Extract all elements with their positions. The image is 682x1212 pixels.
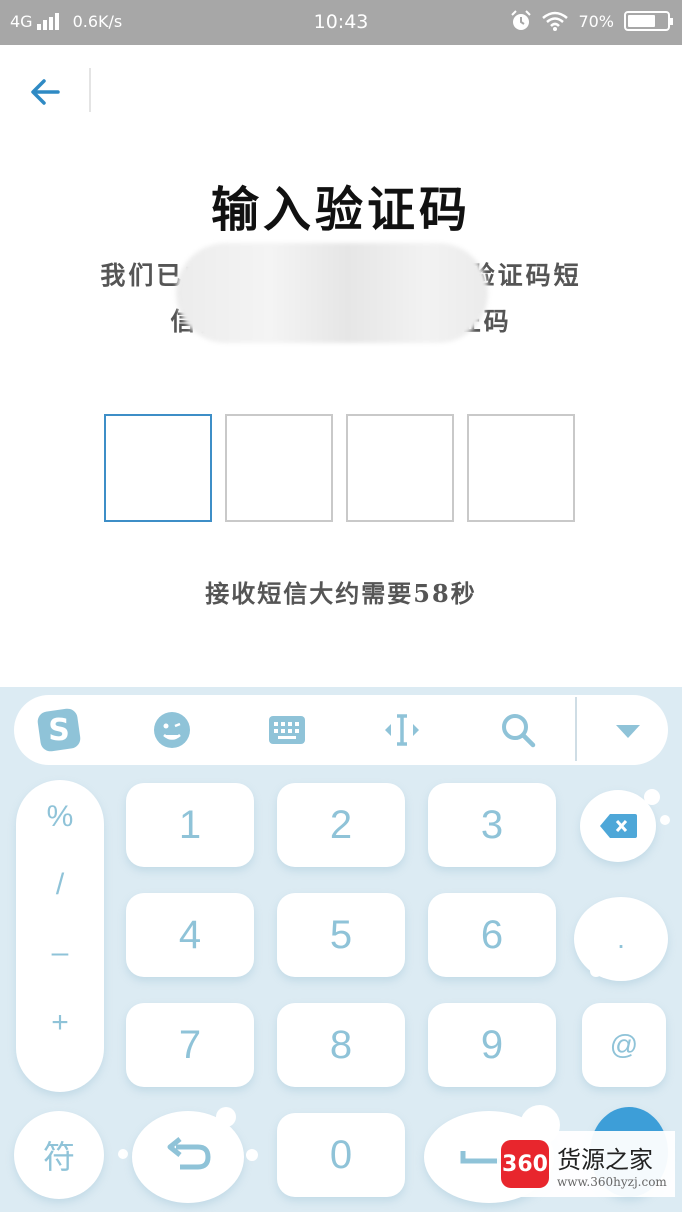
page-title: 输入验证码 xyxy=(210,182,471,238)
status-right: 70% xyxy=(510,10,673,32)
watermark-logo: 360 xyxy=(501,1140,549,1188)
watermark-url: www.360hyzj.com xyxy=(557,1174,667,1189)
svg-text:S: S xyxy=(48,713,70,748)
key-7[interactable]: 7 xyxy=(126,1003,254,1087)
wifi-icon xyxy=(542,11,569,31)
deco-bubble xyxy=(644,789,660,805)
symbol-key-slash[interactable]: / xyxy=(16,868,104,902)
battery-icon xyxy=(624,11,673,31)
return-icon xyxy=(167,1137,211,1170)
key-3[interactable]: 3 xyxy=(428,783,556,867)
header-divider xyxy=(89,68,91,112)
symbol-column: % / – + xyxy=(16,780,104,1092)
deco-bubble xyxy=(246,1149,258,1161)
key-8[interactable]: 8 xyxy=(277,1003,405,1087)
watermark-name: 货源之家 xyxy=(557,1145,653,1174)
deco-bubble xyxy=(590,965,602,977)
alarm-icon xyxy=(511,10,532,30)
search-icon[interactable] xyxy=(498,710,538,750)
key-5[interactable]: 5 xyxy=(277,893,405,977)
battery-fill xyxy=(628,15,655,27)
countdown-text: 接收短信大约需要58秒 xyxy=(205,579,477,608)
key-0[interactable]: 0 xyxy=(277,1113,405,1197)
deco-bubble xyxy=(660,815,670,825)
symbol-key-plus[interactable]: + xyxy=(16,1006,104,1040)
key-4[interactable]: 4 xyxy=(126,893,254,977)
code-digit-1[interactable] xyxy=(104,414,212,522)
status-bar: 4G 0.6K/s 10:43 70% xyxy=(0,0,682,45)
watermark-text: 货源之家 www.360hyzj.com xyxy=(557,1140,667,1189)
key-6[interactable]: 6 xyxy=(428,893,556,977)
collapse-icon[interactable] xyxy=(608,710,648,750)
sogou-logo-icon[interactable]: S xyxy=(36,707,82,753)
emoji-icon[interactable] xyxy=(152,710,192,750)
keyboard-toolbar: S xyxy=(14,695,668,765)
key-1[interactable]: 1 xyxy=(126,783,254,867)
dot-key[interactable]: . xyxy=(574,897,668,981)
cursor-move-icon[interactable] xyxy=(382,710,422,750)
at-key[interactable]: @ xyxy=(582,1003,666,1087)
arrow-left-icon xyxy=(31,79,60,105)
symbol-key-minus[interactable]: – xyxy=(16,936,104,970)
backspace-icon xyxy=(600,814,637,838)
keyboard-icon[interactable] xyxy=(267,710,307,750)
key-2[interactable]: 2 xyxy=(277,783,405,867)
battery-percent: 70% xyxy=(578,11,614,31)
code-digit-4[interactable] xyxy=(467,414,575,522)
redacted-phone-number xyxy=(176,243,488,343)
symbol-key-percent[interactable]: % xyxy=(16,800,104,834)
toolbar-divider xyxy=(575,697,577,761)
key-9[interactable]: 9 xyxy=(428,1003,556,1087)
code-digit-3[interactable] xyxy=(346,414,454,522)
watermark: 360 货源之家 www.360hyzj.com xyxy=(497,1131,675,1197)
back-button[interactable] xyxy=(28,74,64,110)
deco-bubble xyxy=(216,1107,236,1127)
code-digit-2[interactable] xyxy=(225,414,333,522)
symbols-key[interactable]: 符 xyxy=(14,1111,104,1199)
deco-bubble xyxy=(118,1149,128,1159)
